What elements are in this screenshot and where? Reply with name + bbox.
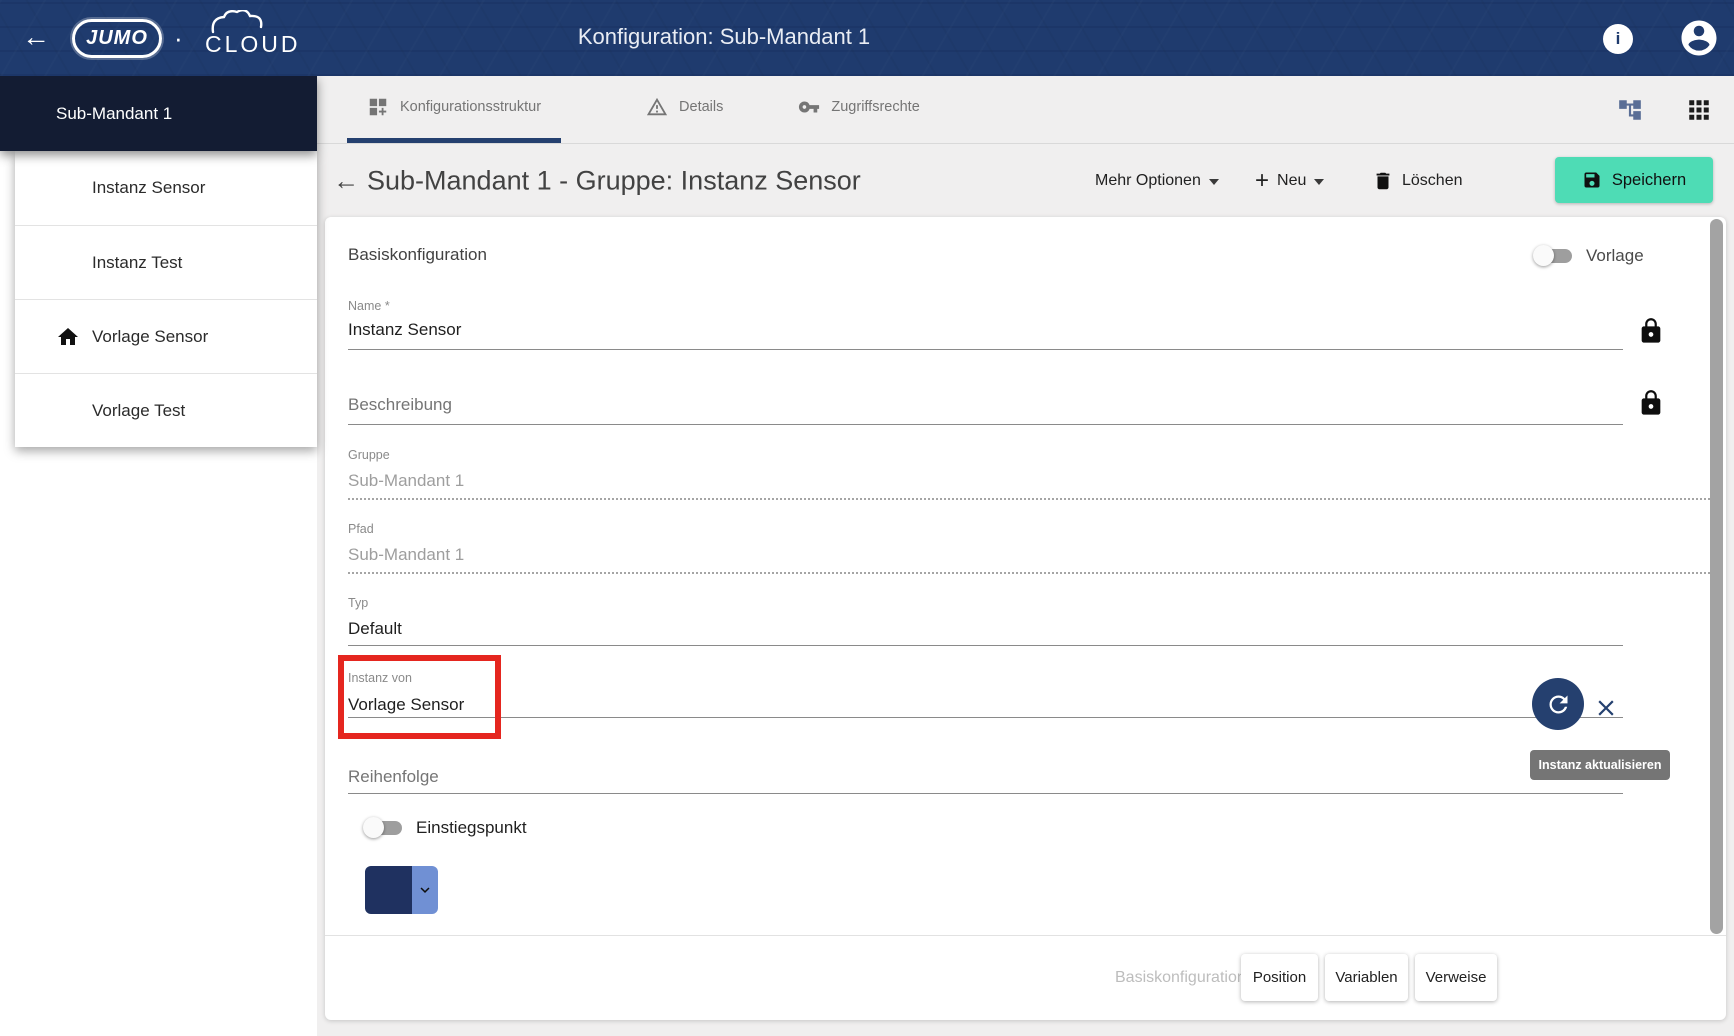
back-icon[interactable]: ←: [333, 165, 359, 196]
scrollbar-thumb[interactable]: [1710, 219, 1723, 934]
new-button[interactable]: + Neu: [1255, 171, 1324, 191]
path-field: Sub-Mandant 1: [348, 545, 464, 565]
main-content: Konfigurationsstruktur Details Zugriffsr…: [317, 76, 1734, 1036]
tab-details[interactable]: Details: [626, 76, 743, 143]
delete-button[interactable]: Löschen: [1372, 170, 1463, 192]
jumo-cloud-logo: JUMO · CLOUD: [72, 10, 301, 66]
color-picker[interactable]: [365, 866, 438, 914]
lock-icon[interactable]: [1637, 389, 1665, 417]
einstiegspunkt-toggle[interactable]: [363, 817, 403, 839]
cloud-logo: CLOUD: [191, 10, 301, 66]
refresh-instance-button[interactable]: [1532, 678, 1584, 730]
sidebar-item-label: Instanz Sensor: [92, 178, 205, 198]
sidebar-header-sub-mandant[interactable]: Sub-Mandant 1: [0, 76, 317, 151]
name-field-label: Name *: [348, 299, 390, 313]
footer-section-label: Basiskonfiguration: [1115, 969, 1246, 987]
apps-grid-icon[interactable]: [1686, 97, 1712, 123]
description-underline: [348, 424, 1623, 425]
highlight-annotation: [338, 655, 501, 739]
form-card: Basiskonfiguration Vorlage Name * Instan…: [325, 217, 1726, 1020]
save-icon: [1582, 170, 1602, 190]
info-glyph: i: [1616, 29, 1621, 49]
sidebar-item-vorlage-test[interactable]: Vorlage Test: [15, 373, 317, 447]
sidebar-item-instanz-sensor[interactable]: Instanz Sensor: [15, 151, 317, 225]
tab-label: Details: [679, 99, 723, 115]
trash-icon: [1372, 170, 1394, 192]
vorlage-toggle-label: Vorlage: [1586, 246, 1644, 266]
sidebar-item-instanz-test[interactable]: Instanz Test: [15, 225, 317, 299]
template-toggle-row: Vorlage: [1533, 245, 1644, 267]
name-underline: [348, 349, 1623, 350]
group-underline: [348, 498, 1710, 500]
chevron-down-icon: [1209, 179, 1219, 185]
type-underline: [348, 645, 1623, 646]
group-field-label: Gruppe: [348, 448, 390, 462]
path-field-label: Pfad: [348, 522, 374, 536]
toolbar-row: ← Sub-Mandant 1 - Gruppe: Instanz Sensor…: [317, 144, 1734, 217]
save-button[interactable]: Speichern: [1555, 157, 1713, 203]
more-options-button[interactable]: Mehr Optionen: [1095, 172, 1219, 190]
entry-point-toggle-row: Einstiegspunkt: [363, 817, 527, 839]
einstiegspunkt-toggle-label: Einstiegspunkt: [416, 818, 527, 838]
home-icon: [56, 325, 80, 349]
delete-label: Löschen: [1402, 172, 1463, 190]
color-swatch[interactable]: [365, 866, 412, 914]
back-icon[interactable]: ←: [22, 19, 50, 55]
variablen-button[interactable]: Variablen: [1325, 954, 1408, 1001]
clear-instance-icon[interactable]: [1593, 695, 1619, 721]
color-dropdown-button[interactable]: [412, 866, 438, 914]
jumo-logo: JUMO: [72, 19, 162, 58]
tab-bar: Konfigurationsstruktur Details Zugriffsr…: [317, 76, 1734, 144]
section-title: Basiskonfiguration: [348, 245, 487, 265]
position-button[interactable]: Position: [1241, 954, 1318, 1001]
sidebar-item-label: Vorlage Sensor: [92, 327, 208, 347]
chevron-down-icon: [416, 881, 434, 899]
account-icon[interactable]: [1678, 17, 1720, 59]
dashboard-customize-icon: [367, 96, 389, 118]
app-window: ← JUMO · CLOUD Konfiguration: Sub-Mandan…: [0, 0, 1734, 1036]
card-footer: Basiskonfiguration Position Variablen Ve…: [325, 935, 1726, 1020]
warning-triangle-icon: [646, 96, 668, 118]
path-underline: [348, 572, 1710, 574]
tab-label: Konfigurationsstruktur: [400, 99, 541, 115]
save-label: Speichern: [1612, 171, 1686, 190]
type-field-label: Typ: [348, 596, 368, 610]
verweise-button[interactable]: Verweise: [1415, 954, 1497, 1001]
sidebar: Sub-Mandant 1 Instanz Sensor Instanz Tes…: [0, 76, 317, 1036]
chevron-down-icon: [1314, 179, 1324, 185]
cloud-text: CLOUD: [205, 31, 301, 57]
name-field[interactable]: Instanz Sensor: [348, 320, 461, 340]
topbar: ← JUMO · CLOUD Konfiguration: Sub-Mandan…: [0, 0, 1734, 76]
vorlage-toggle[interactable]: [1533, 245, 1573, 267]
order-underline: [348, 793, 1623, 794]
description-field[interactable]: Beschreibung: [348, 395, 452, 415]
tab-konfigurationsstruktur[interactable]: Konfigurationsstruktur: [347, 76, 561, 143]
brand-separator: ·: [174, 23, 183, 54]
new-label: Neu: [1277, 172, 1306, 190]
sidebar-item-vorlage-sensor[interactable]: Vorlage Sensor: [15, 299, 317, 373]
tree-structure-icon[interactable]: [1617, 97, 1643, 123]
info-icon[interactable]: i: [1603, 24, 1633, 54]
update-instance-tooltip: Instanz aktualisieren: [1530, 750, 1670, 780]
sidebar-nav: Instanz Sensor Instanz Test Vorlage Sens…: [15, 151, 317, 447]
tab-label: Zugriffsrechte: [831, 99, 919, 115]
plus-icon: +: [1255, 171, 1269, 191]
more-options-label: Mehr Optionen: [1095, 172, 1201, 190]
tab-zugriffsrechte[interactable]: Zugriffsrechte: [778, 76, 939, 143]
key-icon: [798, 96, 820, 118]
page-title: Konfiguration: Sub-Mandant 1: [578, 24, 870, 50]
group-title: Sub-Mandant 1 - Gruppe: Instanz Sensor: [367, 165, 861, 196]
group-field: Sub-Mandant 1: [348, 471, 464, 491]
type-field[interactable]: Default: [348, 619, 402, 639]
refresh-icon: [1545, 691, 1572, 718]
lock-icon[interactable]: [1637, 317, 1665, 345]
order-field[interactable]: Reihenfolge: [348, 767, 439, 787]
sidebar-item-label: Instanz Test: [92, 253, 182, 273]
instance-of-underline: [348, 717, 1623, 718]
sidebar-item-label: Vorlage Test: [92, 401, 185, 421]
